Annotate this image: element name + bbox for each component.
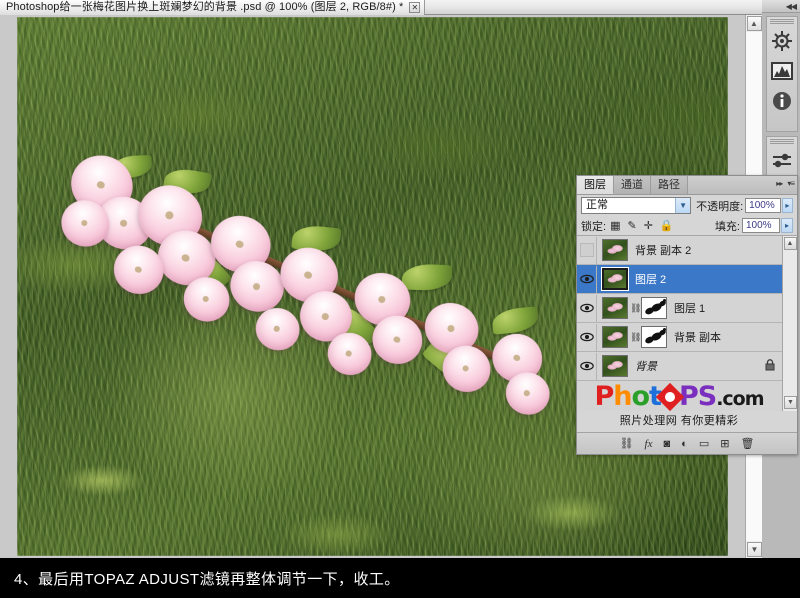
- layer-name[interactable]: 图层 1: [674, 300, 705, 316]
- document-title-bar: Photoshop给一张梅花图片换上斑斓梦幻的背景 .psd @ 100% (图…: [0, 0, 800, 15]
- adjustment-layer-button[interactable]: ◐: [681, 438, 688, 450]
- lock-position-icon[interactable]: ✛: [644, 220, 653, 232]
- delete-layer-button[interactable]: 🗑: [740, 438, 754, 450]
- adjustments-icon[interactable]: [767, 146, 797, 176]
- layer-thumbnail[interactable]: [601, 267, 629, 291]
- link-icon[interactable]: ⛓: [630, 332, 641, 343]
- layers-panel-toolbar: ⛓ fx ◙ ◐ ▭ ⊞ 🗑: [577, 432, 797, 454]
- table-row[interactable]: 图层 2: [577, 265, 797, 294]
- caption-text: 4、最后用TOPAZ ADJUST滤镜再整体调节一下，收工。: [14, 570, 400, 588]
- table-row[interactable]: ⛓ 图层 1: [577, 294, 797, 323]
- expand-panel-icon[interactable]: ▸▸: [776, 179, 783, 188]
- dock-grip[interactable]: [770, 19, 794, 25]
- link-icon[interactable]: ⛓: [630, 303, 641, 314]
- lock-all-icon[interactable]: 🔒: [660, 220, 674, 232]
- layers-scroll-up-icon[interactable]: ▲: [783, 237, 797, 250]
- tab-channels[interactable]: 通道: [614, 176, 651, 194]
- new-layer-button[interactable]: ⊞: [720, 438, 729, 450]
- add-mask-button[interactable]: ◙: [664, 438, 671, 450]
- layers-panel: 图层 通道 路径 ▸▸ ▾≡ 正常 ▼ 不透明度: 100% ▸ 锁定: ▦ ✎…: [576, 175, 798, 455]
- layer-visibility-toggle[interactable]: [577, 265, 597, 293]
- opacity-input[interactable]: 100%: [745, 198, 781, 213]
- dock-group-navigator: [766, 16, 798, 132]
- eye-icon[interactable]: [579, 274, 594, 284]
- layer-mask-thumbnail[interactable]: [641, 326, 667, 348]
- layers-scroll-down-icon[interactable]: ▼: [784, 396, 797, 409]
- layer-style-button[interactable]: fx: [645, 438, 653, 450]
- lock-transparency-icon[interactable]: ▦: [610, 220, 620, 232]
- layers-panel-tabs: 图层 通道 路径 ▸▸ ▾≡: [577, 176, 797, 195]
- layer-name[interactable]: 背景 副本: [674, 329, 721, 345]
- document-tab[interactable]: Photoshop给一张梅花图片换上斑斓梦幻的背景 .psd @ 100% (图…: [0, 0, 426, 15]
- watermark-tagline: 照片处理网 有你更精彩: [619, 415, 739, 427]
- fill-label: 填充:: [714, 220, 740, 233]
- info-icon[interactable]: [767, 86, 797, 116]
- eye-icon[interactable]: [579, 361, 594, 371]
- fill-input[interactable]: 100%: [742, 218, 780, 233]
- blend-mode-row: 正常 ▼ 不透明度: 100% ▸: [577, 195, 797, 216]
- table-row[interactable]: 背景: [577, 352, 797, 381]
- layers-list-scrollbar[interactable]: ▲ ▼: [782, 236, 797, 411]
- new-group-button[interactable]: ▭: [699, 438, 709, 450]
- collapse-panels-icon[interactable]: ◀◀: [786, 2, 797, 11]
- tab-paths[interactable]: 路径: [651, 176, 688, 194]
- fill-slider-icon[interactable]: ▸: [781, 218, 793, 233]
- dock-grip[interactable]: [770, 139, 794, 145]
- layer-visibility-toggle[interactable]: [577, 323, 597, 351]
- layer-name[interactable]: 背景 副本 2: [635, 242, 691, 258]
- document-title: Photoshop给一张梅花图片换上斑斓梦幻的背景 .psd @ 100% (图…: [6, 1, 404, 13]
- histogram-icon[interactable]: [767, 56, 797, 86]
- layer-name[interactable]: 背景: [635, 358, 657, 374]
- layer-mask-thumbnail[interactable]: [641, 297, 667, 319]
- layer-visibility-toggle[interactable]: [577, 294, 597, 322]
- eye-icon-off[interactable]: [579, 243, 594, 257]
- link-layers-button[interactable]: ⛓: [620, 438, 634, 450]
- dock-title-bar: ◀◀: [762, 0, 800, 13]
- opacity-slider-icon[interactable]: ▸: [781, 198, 793, 213]
- close-icon[interactable]: ✕: [409, 2, 421, 13]
- eye-icon[interactable]: [579, 303, 594, 313]
- lock-icon: [765, 358, 775, 374]
- layer-visibility-toggle[interactable]: [577, 352, 597, 380]
- lock-label: 锁定:: [581, 220, 607, 233]
- layer-thumbnail[interactable]: [602, 355, 628, 377]
- layer-visibility-toggle[interactable]: [577, 236, 597, 264]
- layer-thumbnail[interactable]: [602, 297, 628, 319]
- scroll-up-icon[interactable]: ▲: [746, 16, 762, 31]
- caption-bar: 4、最后用TOPAZ ADJUST滤镜再整体调节一下，收工。: [0, 558, 800, 598]
- panel-menu-icon[interactable]: ▾≡: [787, 179, 795, 188]
- eye-icon[interactable]: [579, 332, 594, 342]
- table-row[interactable]: ⛓ 背景 副本: [577, 323, 797, 352]
- blend-mode-value: 正常: [586, 199, 608, 211]
- blend-mode-select[interactable]: 正常 ▼: [581, 197, 692, 214]
- layers-list[interactable]: 背景 副本 2 图层 2 ⛓ 图层 1 ⛓ 背景 副本 背景: [577, 236, 797, 411]
- chevron-down-icon[interactable]: ▼: [675, 198, 691, 213]
- lock-paint-icon[interactable]: ✎: [627, 220, 636, 232]
- layer-name[interactable]: 图层 2: [635, 271, 666, 287]
- table-row[interactable]: 背景 副本 2: [577, 236, 797, 265]
- tab-layers[interactable]: 图层: [577, 176, 614, 194]
- scroll-down-icon[interactable]: ▼: [747, 542, 762, 557]
- layer-thumbnail[interactable]: [602, 239, 628, 261]
- photoshop-window: Photoshop给一张梅花图片换上斑斓梦幻的背景 .psd @ 100% (图…: [0, 0, 800, 598]
- opacity-label: 不透明度:: [696, 200, 744, 213]
- layer-thumbnail[interactable]: [602, 326, 628, 348]
- lock-row: 锁定: ▦ ✎ ✛ 🔒 填充: 100% ▸: [577, 216, 797, 236]
- navigator-icon[interactable]: [767, 26, 797, 56]
